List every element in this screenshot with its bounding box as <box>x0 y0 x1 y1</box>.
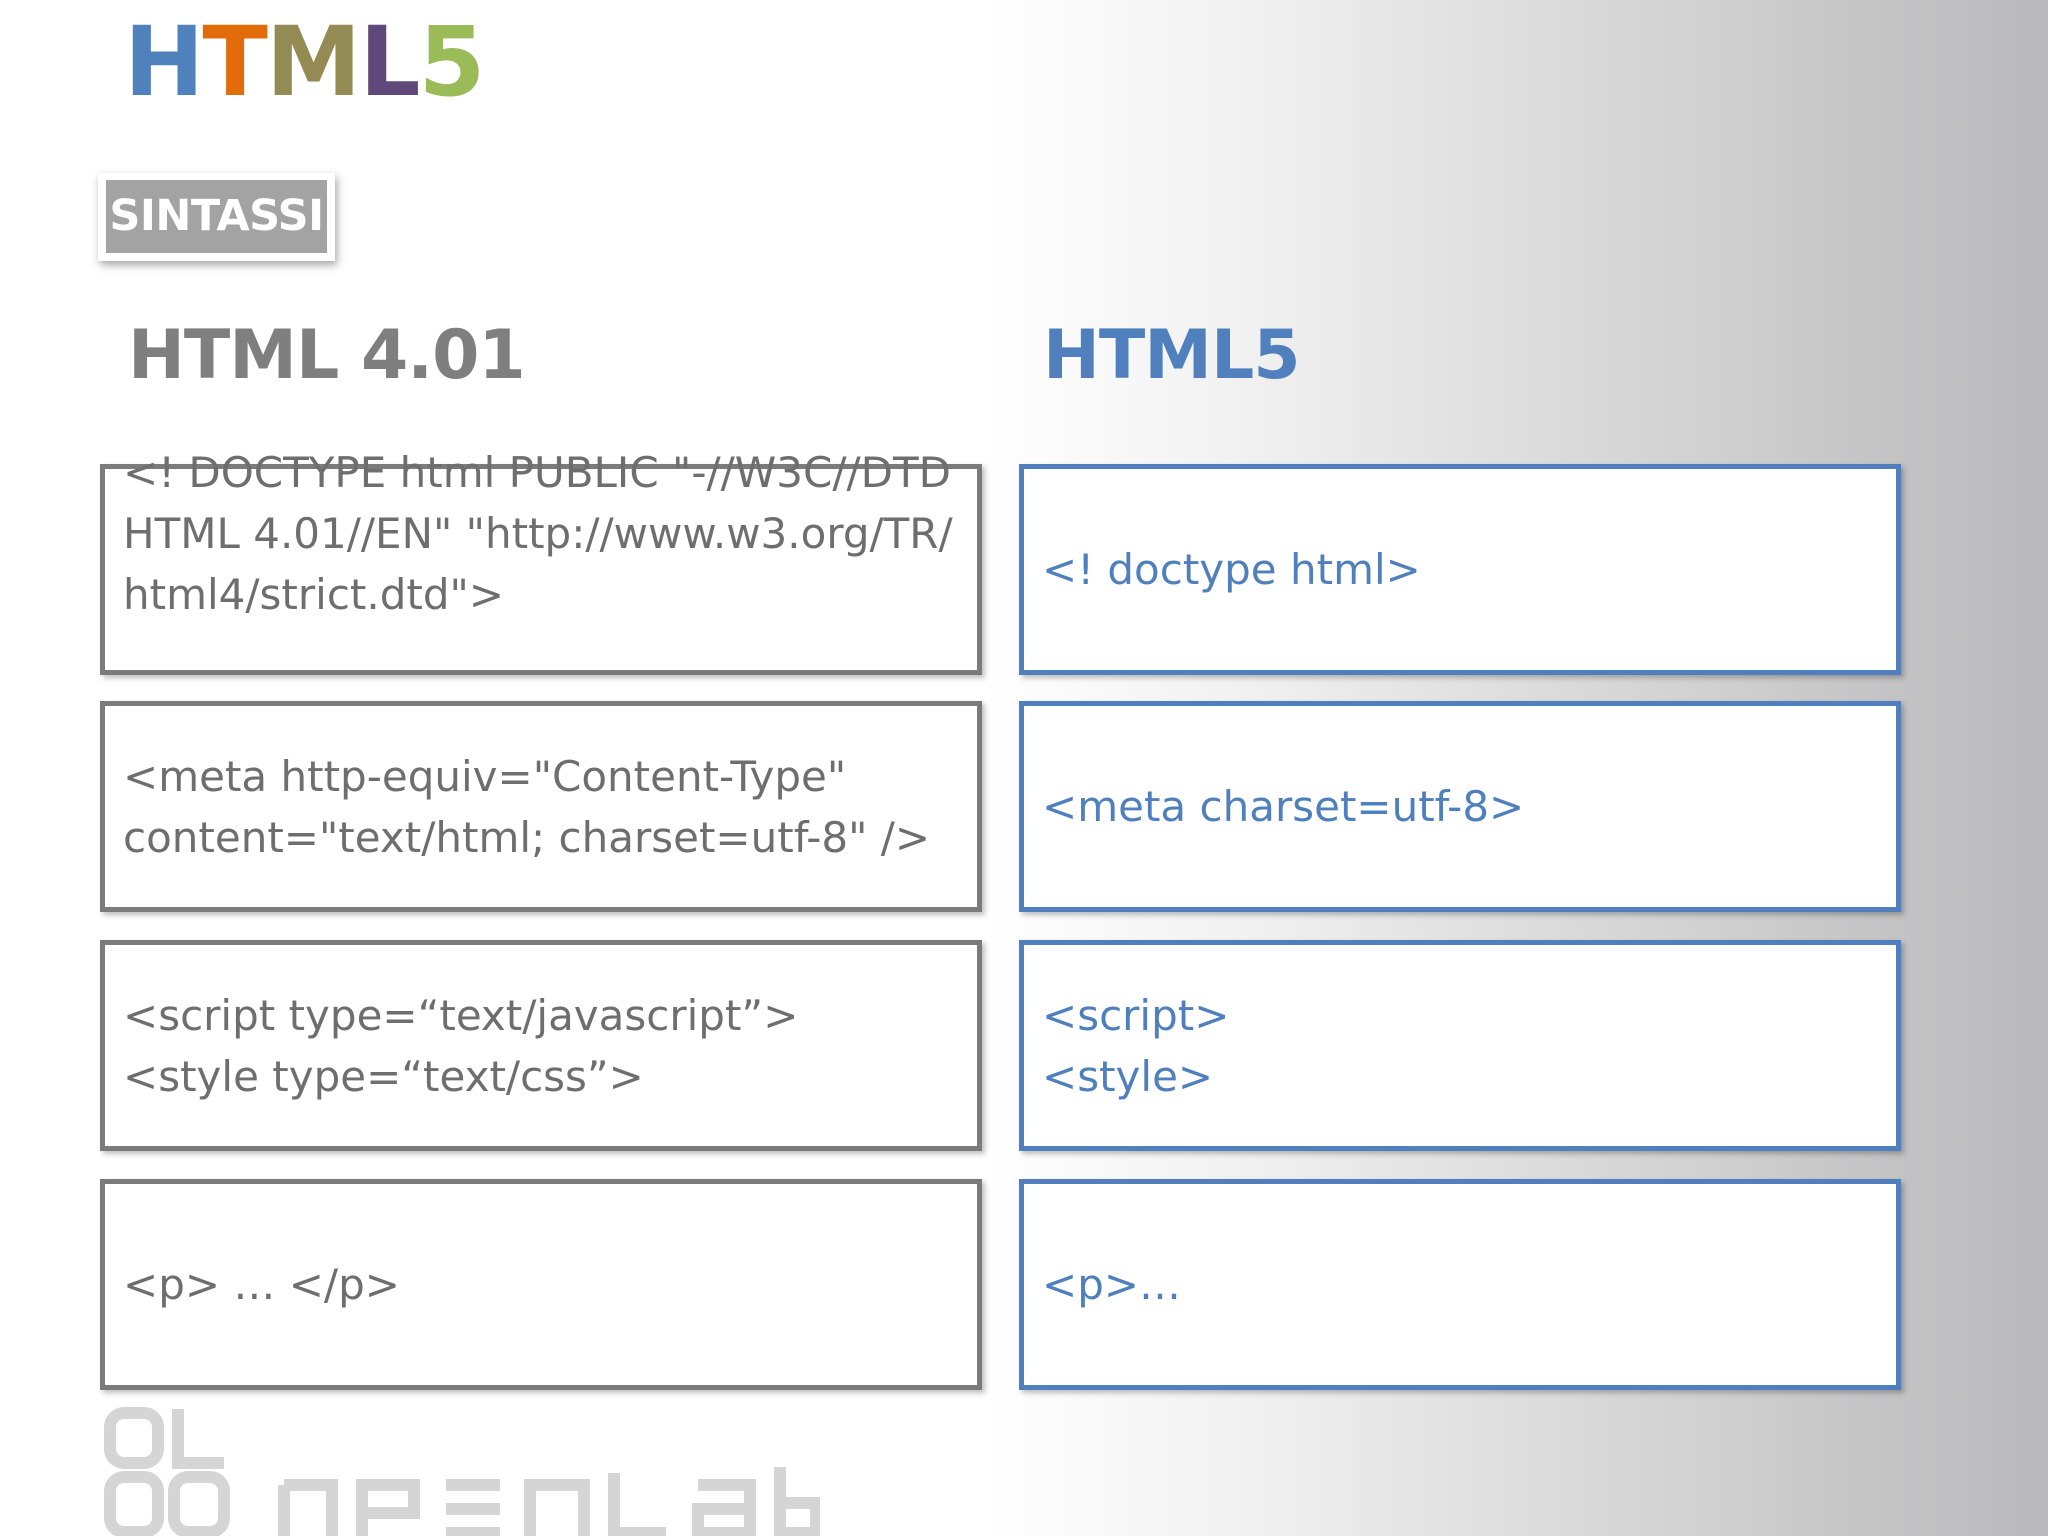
logo-letter-h: H <box>124 6 204 118</box>
openlab-logo <box>104 1407 820 1536</box>
html401-script-style-text: <script type=“text/javascript”> <style t… <box>123 990 799 1101</box>
logo-letter-t: T <box>202 6 267 118</box>
html5-paragraph-text: <p>… <box>1042 1260 1182 1309</box>
html5-meta-text: <meta charset=utf-8> <box>1042 782 1525 831</box>
html5-paragraph-box: <p>… <box>1019 1179 1901 1390</box>
html401-script-style-box: <script type=“text/javascript”> <style t… <box>100 940 982 1151</box>
logo-letter-5: 5 <box>418 6 486 118</box>
section-label: SINTASSI <box>98 173 335 261</box>
html401-meta-text: <meta http-equiv="Content-Type" content=… <box>123 751 931 862</box>
column-title-html401: HTML 4.01 <box>128 316 526 395</box>
html401-doctype-text: <! DOCTYPE html PUBLIC "-//W3C//DTD HTML… <box>123 448 953 619</box>
html5-logo: HTML5 <box>124 6 486 118</box>
html5-script-style-box: <script> <style> <box>1019 940 1901 1151</box>
column-title-html5: HTML5 <box>1043 316 1301 395</box>
html5-doctype-box: <! doctype html> <box>1019 464 1901 675</box>
section-label-text: SINTASSI <box>106 180 327 253</box>
html5-meta-box: <meta charset=utf-8> <box>1019 701 1901 912</box>
html401-paragraph-box: <p> … </p> <box>100 1179 982 1390</box>
html5-script-style-text: <script> <style> <box>1042 990 1230 1101</box>
html401-paragraph-text: <p> … </p> <box>123 1260 400 1309</box>
html401-doctype-box: <! DOCTYPE html PUBLIC "-//W3C//DTD HTML… <box>100 448 982 675</box>
html5-doctype-text: <! doctype html> <box>1042 545 1421 594</box>
html401-meta-box: <meta http-equiv="Content-Type" content=… <box>100 701 982 912</box>
logo-letter-l: L <box>359 6 420 118</box>
logo-letter-m: M <box>265 6 362 118</box>
